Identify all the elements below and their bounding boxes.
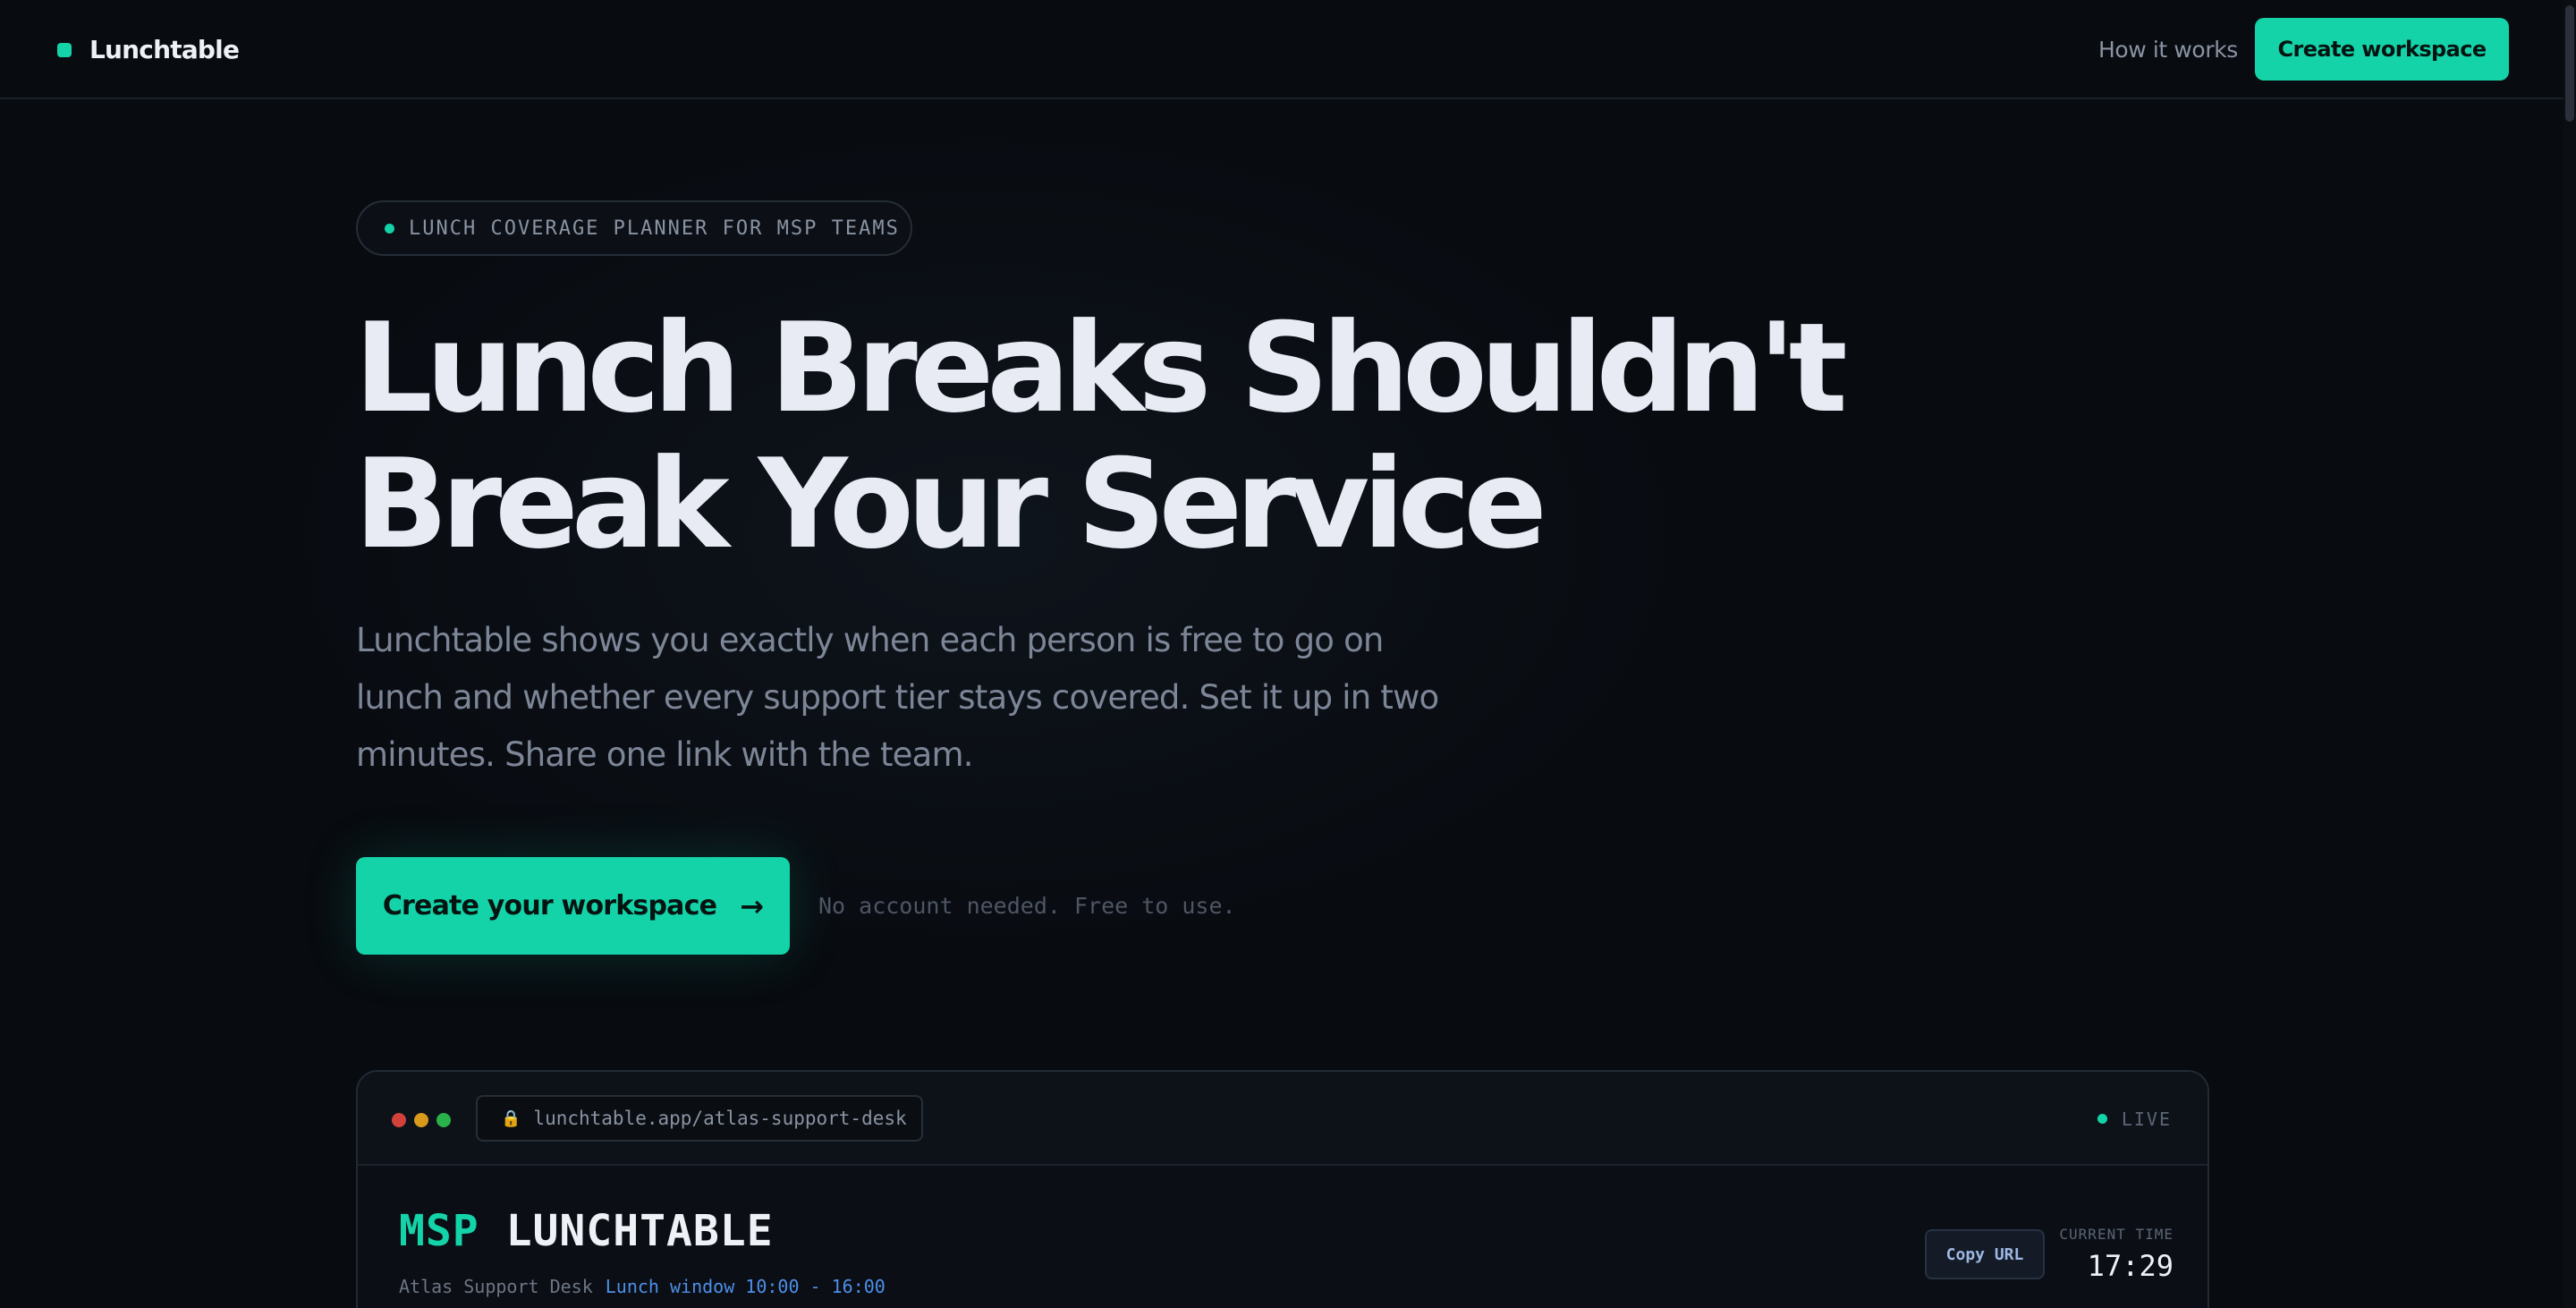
hero-headline: Lunch Breaks Shouldn't Break Your Servic… — [354, 296, 1848, 576]
live-indicator: LIVE — [2097, 1072, 2172, 1166]
brand-name: Lunchtable — [89, 35, 240, 64]
scrollbar-thumb[interactable] — [2565, 5, 2574, 122]
hero-note: No account needed. Free to use. — [818, 893, 1236, 919]
brand-logo-icon — [57, 42, 72, 57]
app-preview: 🔒 lunchtable.app/atlas-support-desk LIVE… — [356, 1070, 2209, 1308]
brand[interactable]: Lunchtable — [57, 0, 240, 99]
arrow-right-icon: → — [740, 888, 764, 923]
lock-icon: 🔒 — [501, 1108, 521, 1128]
live-label: LIVE — [2121, 1108, 2172, 1130]
hero-badge-text: LUNCH COVERAGE PLANNER FOR MSP TEAMS — [409, 217, 900, 240]
window-minimize-dot-icon — [414, 1113, 428, 1127]
how-it-works-link[interactable]: How it works — [2098, 0, 2238, 99]
team-name: Atlas Support Desk — [399, 1276, 593, 1297]
copy-url-button[interactable]: Copy URL — [1925, 1229, 2045, 1279]
current-time-label: CURRENT TIME — [2059, 1226, 2174, 1243]
app-title-accent: MSP — [399, 1206, 479, 1256]
headline-line-2: Break Your Service — [354, 432, 1547, 576]
app-title-rest: LUNCHTABLE — [505, 1206, 774, 1256]
browser-bar: 🔒 lunchtable.app/atlas-support-desk LIVE — [358, 1072, 2207, 1166]
headline-line-1: Lunch Breaks Shouldn't — [354, 296, 1848, 440]
window-close-dot-icon — [392, 1113, 406, 1127]
live-dot-icon — [2097, 1114, 2107, 1124]
create-workspace-button[interactable]: Create workspace — [2255, 18, 2509, 81]
landing-page: Lunchtable How it works Create workspace… — [0, 0, 2576, 1308]
app-title: MSP LUNCHTABLE — [399, 1206, 774, 1256]
hero-subcopy: Lunchtable shows you exactly when each p… — [356, 621, 1439, 774]
create-your-workspace-button[interactable]: Create your workspace → — [356, 857, 790, 955]
app-subtitle: Atlas Support Desk Lunch window 10:00 - 1… — [399, 1276, 886, 1297]
url-bar: 🔒 lunchtable.app/atlas-support-desk — [476, 1095, 923, 1142]
hero-badge: LUNCH COVERAGE PLANNER FOR MSP TEAMS — [356, 200, 912, 256]
current-time-value: 17:29 — [2087, 1249, 2174, 1283]
lunch-window: Lunch window 10:00 - 16:00 — [605, 1276, 886, 1297]
hero-cta-label: Create your workspace — [382, 890, 717, 922]
window-maximize-dot-icon — [436, 1113, 451, 1127]
url-text: lunchtable.app/atlas-support-desk — [533, 1108, 907, 1129]
badge-dot-icon — [385, 223, 394, 234]
scrollbar-track[interactable] — [2563, 0, 2576, 1308]
top-nav: Lunchtable How it works Create workspace — [0, 0, 2576, 99]
